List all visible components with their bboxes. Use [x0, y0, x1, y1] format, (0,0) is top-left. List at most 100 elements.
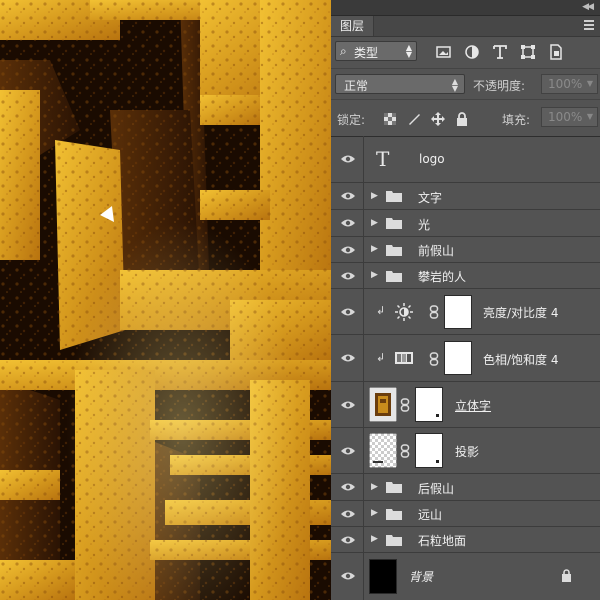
blend-mode-value: 正常	[344, 79, 369, 93]
layer-row[interactable]: T logo	[331, 136, 600, 183]
expand-triangle-icon[interactable]: ▶	[371, 534, 378, 544]
panel-dock-strip: ◀◀	[331, 0, 600, 16]
layer-row[interactable]: 投影	[331, 428, 600, 474]
search-icon: ⌕	[340, 44, 347, 58]
document-canvas[interactable]	[0, 0, 331, 600]
expand-triangle-icon[interactable]: ▶	[371, 270, 378, 280]
visibility-eye-icon[interactable]	[340, 535, 356, 545]
fill-value: 100%	[548, 110, 583, 124]
folder-icon	[386, 271, 402, 282]
mask-link-chain-icon[interactable]	[400, 444, 410, 458]
layer-name: 亮度/对比度 4	[483, 306, 559, 320]
folder-icon	[386, 245, 402, 256]
layer-name: logo	[419, 152, 445, 166]
folder-icon	[386, 482, 402, 493]
panel-tab-bar: 图层	[331, 16, 600, 37]
layer-row[interactable]: ▶ 前假山	[331, 237, 600, 263]
expand-triangle-icon[interactable]: ▶	[371, 218, 378, 228]
visibility-eye-icon[interactable]	[340, 191, 356, 201]
layer-mask-thumbnail[interactable]	[415, 387, 443, 422]
visibility-eye-icon[interactable]	[340, 509, 356, 519]
layer-row[interactable]: ▶ 石粒地面	[331, 527, 600, 553]
opacity-value: 100%	[548, 77, 583, 91]
select-arrows-icon: ▲ ▼	[405, 43, 412, 59]
lock-row: 锁定: 填充: 100% ▼	[331, 99, 600, 137]
type-filter-icon[interactable]	[491, 43, 509, 61]
lock-image-pixels-icon[interactable]	[407, 112, 421, 126]
mask-link-chain-icon[interactable]	[429, 305, 439, 319]
visibility-eye-icon[interactable]	[340, 245, 356, 255]
shape-filter-icon[interactable]	[519, 43, 537, 61]
layer-name: 立体字	[455, 399, 492, 413]
layer-row[interactable]: ↲ 亮度/对比度 4	[331, 289, 600, 335]
visibility-eye-icon[interactable]	[340, 571, 356, 581]
expand-triangle-icon[interactable]: ▶	[371, 191, 378, 201]
opacity-label: 不透明度:	[473, 79, 526, 93]
layer-name: 石粒地面	[418, 534, 467, 548]
expand-triangle-icon[interactable]: ▶	[371, 244, 378, 254]
lock-position-icon[interactable]	[431, 112, 445, 126]
image-filter-icon[interactable]	[435, 43, 453, 61]
layer-row[interactable]: 立体字	[331, 382, 600, 428]
layer-row[interactable]: ▶ 远山	[331, 501, 600, 527]
layer-name: 远山	[418, 508, 443, 522]
fill-label: 填充:	[502, 113, 531, 127]
clipping-mask-arrow-icon: ↲	[376, 304, 386, 317]
visibility-eye-icon[interactable]	[340, 446, 356, 456]
tab-layers[interactable]: 图层	[331, 16, 374, 36]
blend-row: 正常 ▲ ▼ 不透明度: 100% ▼	[331, 68, 600, 99]
panel-menu-icon[interactable]	[580, 19, 596, 33]
folder-icon	[386, 509, 402, 520]
layer-mask-thumbnail[interactable]	[444, 295, 472, 329]
layer-lock-icon	[562, 569, 571, 582]
visibility-eye-icon[interactable]	[340, 400, 356, 410]
text-layer-icon: T	[376, 147, 390, 171]
dropdown-arrow-icon: ▼	[586, 112, 593, 121]
layer-row[interactable]: ▶ 文字	[331, 183, 600, 210]
adjustment-filter-icon[interactable]	[463, 43, 481, 61]
expand-triangle-icon[interactable]: ▶	[371, 482, 378, 492]
layer-name: 投影	[455, 445, 480, 459]
mask-link-chain-icon[interactable]	[400, 398, 410, 412]
layer-name: 背景	[409, 570, 434, 584]
expand-triangle-icon[interactable]: ▶	[371, 508, 378, 518]
mask-link-chain-icon[interactable]	[429, 352, 439, 366]
lock-all-icon[interactable]	[455, 112, 469, 126]
select-arrows-icon: ▲ ▼	[451, 77, 458, 93]
fill-field[interactable]: 100% ▼	[541, 107, 598, 127]
collapse-panel-icon[interactable]: ◀◀	[582, 0, 594, 15]
folder-icon	[386, 191, 402, 202]
brightness-contrast-icon	[395, 303, 413, 321]
layer-image-thumbnail[interactable]	[369, 433, 397, 468]
lock-label: 锁定:	[337, 113, 366, 127]
layer-mask-thumbnail[interactable]	[444, 341, 472, 375]
layer-row[interactable]: ▶ 光	[331, 210, 600, 237]
layer-mask-thumbnail[interactable]	[415, 433, 443, 468]
layers-list: T logo ▶ 文字 ▶ 光 ▶ 前假山 ▶ 攀岩的人 ↲ 亮度/对比度 4 …	[331, 136, 600, 600]
smart-object-filter-icon[interactable]	[547, 43, 565, 61]
layer-name: 前假山	[418, 244, 455, 258]
layer-name: 后假山	[418, 482, 455, 496]
filter-kind-select[interactable]: ⌕ 类型 ▲ ▼	[335, 41, 417, 61]
lock-transparent-pixels-icon[interactable]	[383, 112, 397, 126]
visibility-eye-icon[interactable]	[340, 353, 356, 363]
hue-saturation-icon	[395, 352, 413, 364]
layer-row[interactable]: ▶ 攀岩的人	[331, 263, 600, 289]
opacity-field[interactable]: 100% ▼	[541, 74, 598, 94]
clipping-mask-arrow-icon: ↲	[376, 351, 386, 364]
blend-mode-select[interactable]: 正常 ▲ ▼	[335, 74, 465, 94]
visibility-eye-icon[interactable]	[340, 218, 356, 228]
layer-row[interactable]: 背景	[331, 553, 600, 600]
dropdown-arrow-icon: ▼	[586, 79, 593, 88]
layers-panel: ◀◀ 图层 ⌕ 类型 ▲ ▼ 正常 ▲ ▼ 不透明度: 100% ▼ 锁定: 填…	[331, 0, 600, 600]
visibility-eye-icon[interactable]	[340, 271, 356, 281]
layer-image-thumbnail[interactable]	[369, 387, 397, 422]
layer-row[interactable]: ▶ 后假山	[331, 474, 600, 501]
layer-image-thumbnail[interactable]	[369, 559, 397, 594]
layer-name: 光	[418, 218, 431, 232]
visibility-eye-icon[interactable]	[340, 482, 356, 492]
visibility-eye-icon[interactable]	[340, 307, 356, 317]
layer-row[interactable]: ↲ 色相/饱和度 4	[331, 335, 600, 382]
visibility-eye-icon[interactable]	[340, 154, 356, 164]
folder-icon	[386, 535, 402, 546]
